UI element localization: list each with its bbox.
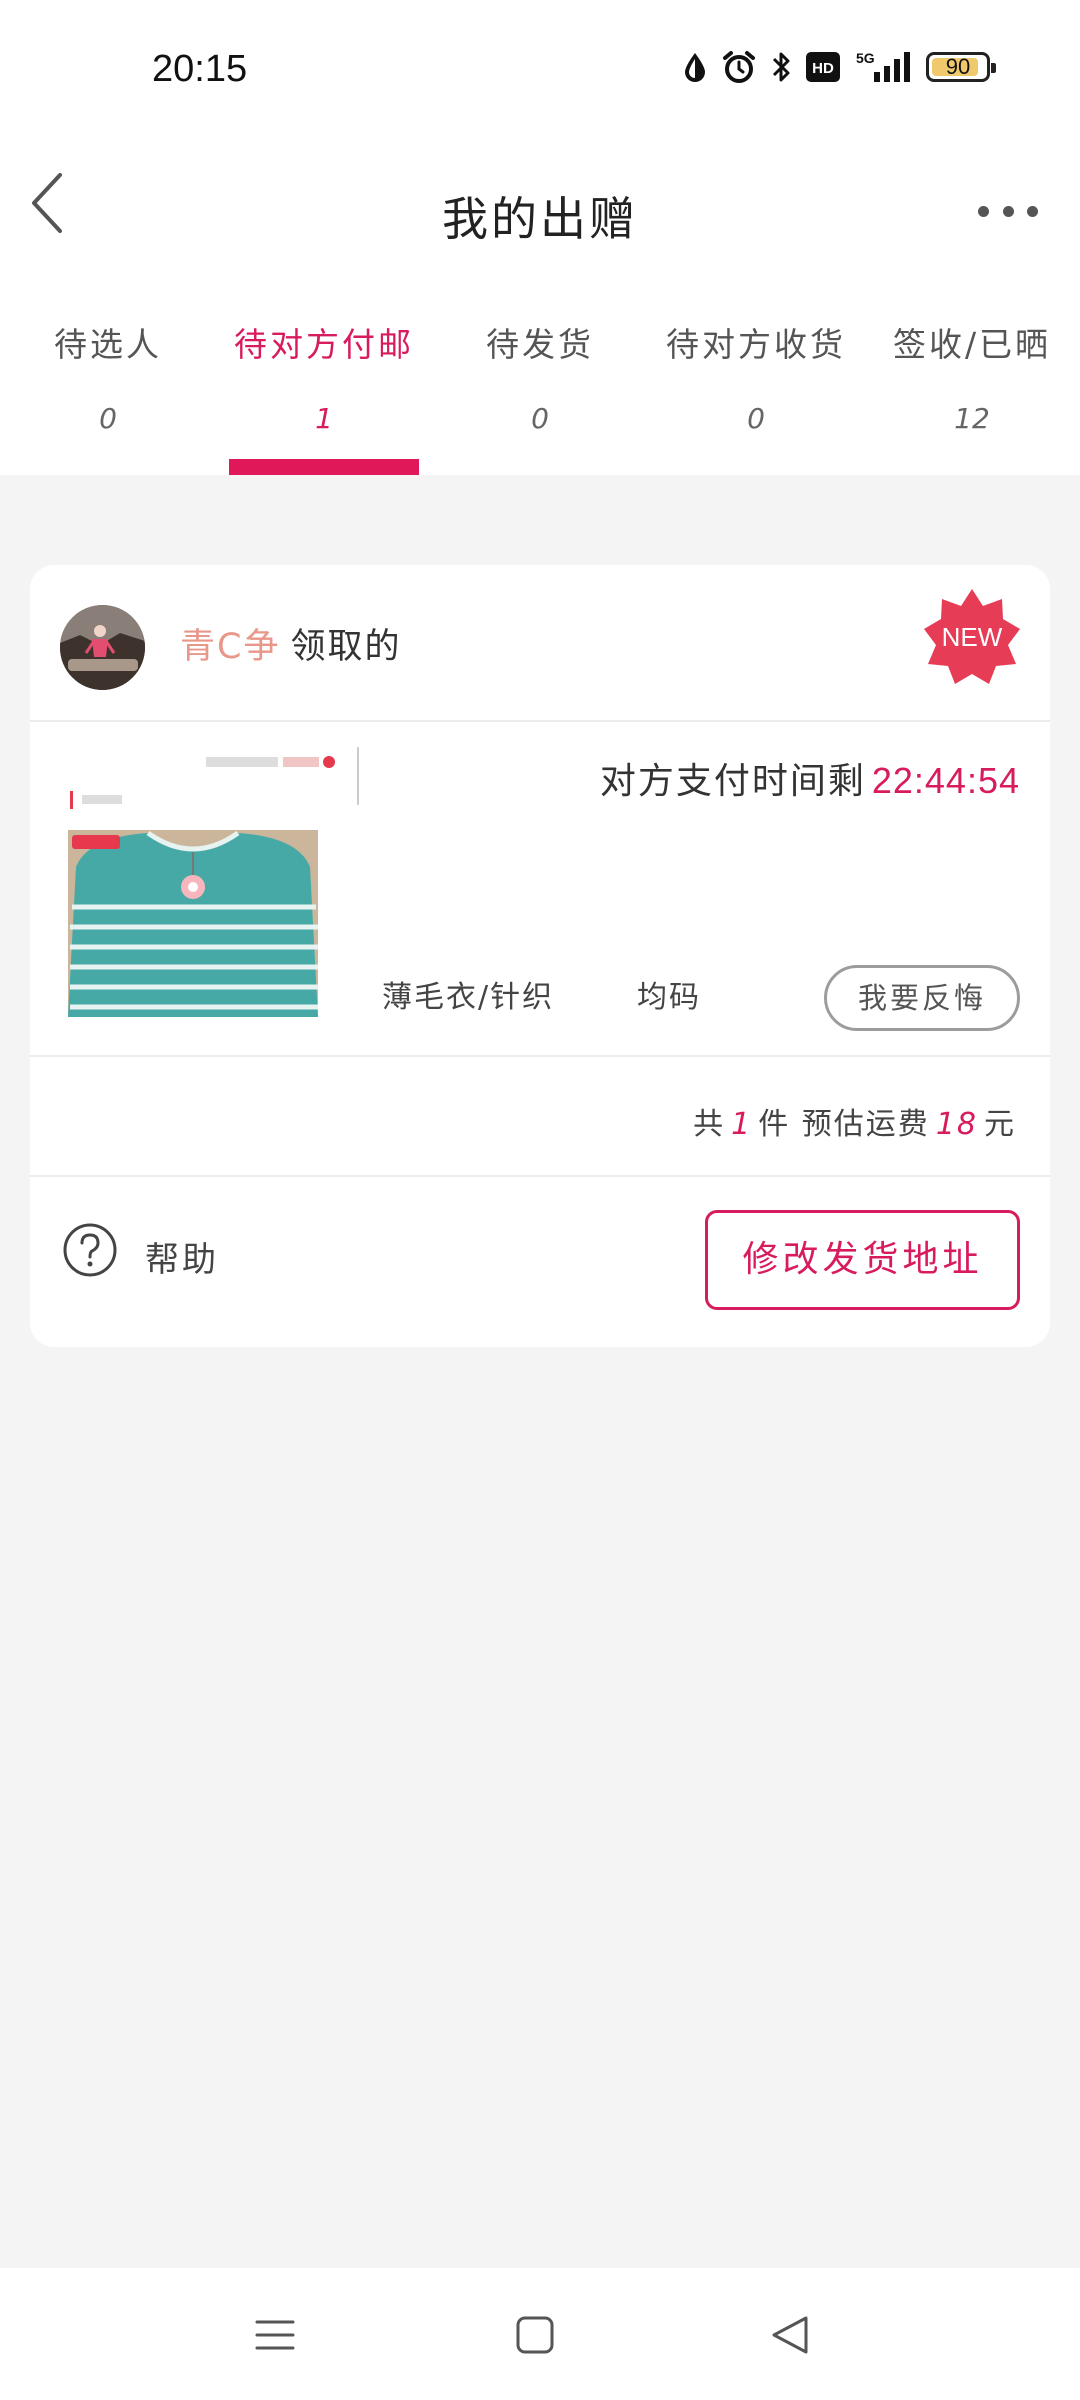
svg-text:5G: 5G [856, 50, 875, 66]
tab-pending-shipment[interactable]: 待发货 0 [432, 280, 648, 475]
water-drop-icon [685, 53, 705, 82]
claimant-suffix: 领取的 [290, 627, 402, 667]
shipping-fee: 18 [935, 1107, 978, 1142]
timer-label: 对方支付时间剩 [599, 761, 866, 802]
tab-label: 签收/已晒 [892, 325, 1052, 364]
tab-count: 12 [954, 402, 990, 435]
status-tabs: 待选人 0 待对方付邮 1 待发货 0 待对方收货 0 签收/已晒 12 [0, 280, 1080, 475]
regret-button[interactable]: 我要反悔 [824, 965, 1020, 1031]
tab-label: 待对方付邮 [234, 325, 414, 364]
shipping-summary: 共1件 预估运费 18 元 [693, 1099, 1016, 1143]
tab-label: 待选人 [54, 325, 162, 364]
avatar[interactable] [60, 605, 145, 690]
claimant-name[interactable]: 青C争 [180, 627, 280, 667]
payment-timer: 对方支付时间剩 22:44:54 [600, 752, 1020, 804]
summary-middle: 件 预估运费 [758, 1107, 930, 1142]
summary-prefix: 共 [693, 1107, 726, 1142]
system-nav-bar [0, 2268, 1080, 2400]
tab-pending-selection[interactable]: 待选人 0 [0, 280, 216, 475]
tab-received-shared[interactable]: 签收/已晒 12 [864, 280, 1080, 475]
header: 我的出赠 [0, 145, 1080, 280]
product-category: 薄毛衣/针织 [382, 980, 555, 1015]
battery-icon: 90 [926, 52, 996, 82]
claimant-text: 青C争 领取的 [180, 618, 401, 669]
card-user-row: 青C争 领取的 NEW [30, 565, 1050, 722]
status-icons: HD 5G 90 [682, 50, 996, 84]
tab-count: 0 [747, 402, 765, 435]
tab-count: 1 [315, 402, 333, 435]
home-square-icon[interactable] [515, 2306, 555, 2364]
more-dots-icon[interactable] [978, 181, 1038, 241]
menu-icon[interactable] [255, 2306, 295, 2364]
new-badge: NEW [922, 587, 1022, 687]
tab-label: 待对方收货 [666, 325, 846, 364]
tab-pending-postage[interactable]: 待对方付邮 1 [216, 280, 432, 475]
product-image[interactable] [68, 747, 360, 1017]
tab-count: 0 [531, 402, 549, 435]
back-triangle-icon[interactable] [770, 2306, 810, 2364]
active-tab-indicator [229, 459, 419, 475]
signal-5g-icon: 5G [856, 50, 910, 82]
svg-text:HD: HD [812, 60, 834, 77]
card-summary-row: 共1件 预估运费 18 元 [30, 1057, 1050, 1177]
timer-value: 22:44:54 [871, 760, 1020, 801]
alarm-icon [723, 51, 755, 83]
tab-pending-receipt[interactable]: 待对方收货 0 [648, 280, 864, 475]
card-product-row: 对方支付时间剩 22:44:54 薄毛衣/针织 均码 我要反悔 [30, 722, 1050, 1057]
product-size: 均码 [637, 980, 701, 1015]
currency-unit: 元 [984, 1107, 1016, 1142]
card-footer-row: 帮助 修改发货地址 [30, 1177, 1050, 1347]
status-time: 20:15 [152, 48, 248, 90]
order-card: 青C争 领取的 NEW 对方支付时间剩 22:44:54 薄毛衣/针织 均码 我… [30, 565, 1050, 1347]
help-label[interactable]: 帮助 [145, 1232, 219, 1281]
bluetooth-icon [772, 52, 790, 82]
page-title: 我的出赠 [442, 192, 638, 246]
battery-text: 90 [945, 54, 971, 79]
status-bar: 20:15 HD 5G 90 [0, 0, 1080, 145]
help-icon[interactable] [62, 1222, 118, 1278]
modify-address-button[interactable]: 修改发货地址 [705, 1210, 1020, 1310]
tab-label: 待发货 [486, 325, 594, 364]
item-count: 1 [731, 1107, 753, 1142]
new-badge-label: NEW [941, 621, 1003, 652]
tab-count: 0 [99, 402, 117, 435]
hd-icon: HD [806, 52, 840, 82]
